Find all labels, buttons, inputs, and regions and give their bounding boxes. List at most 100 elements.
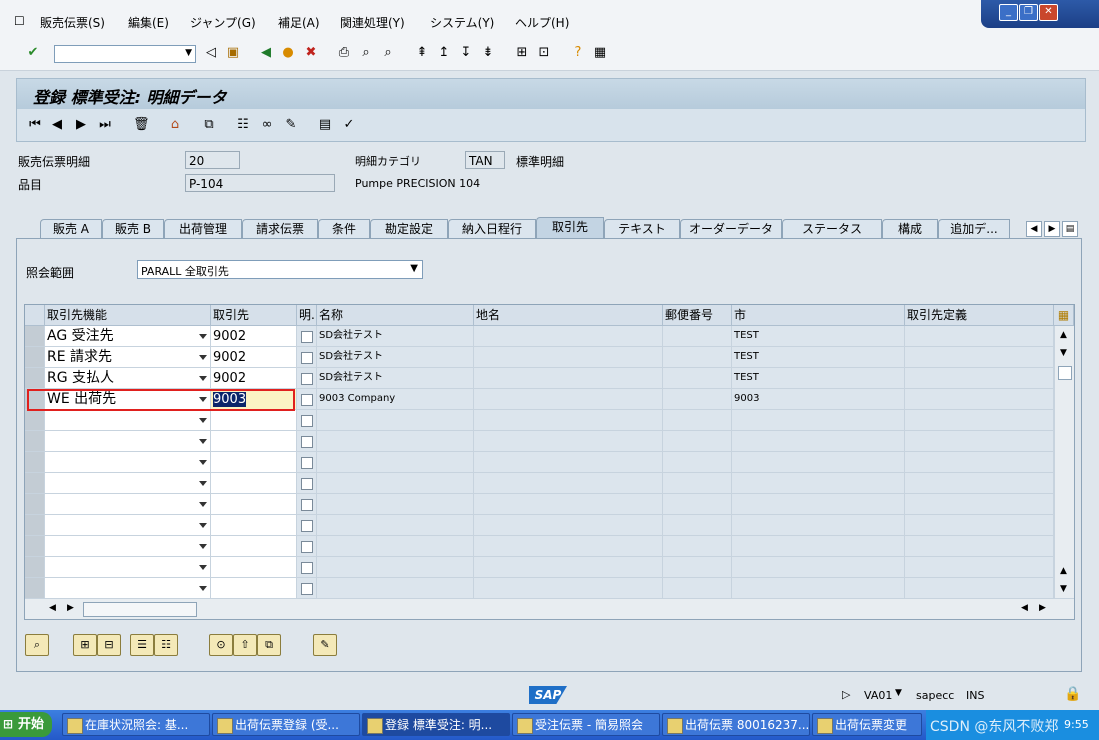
tab-account-assignment[interactable]: 勘定設定 (370, 219, 448, 239)
chevron-down-icon[interactable] (199, 460, 207, 465)
print-icon[interactable]: ⎙ (336, 45, 352, 61)
row-selector[interactable] (25, 326, 45, 347)
menu-edit[interactable]: 編集(E) (128, 14, 169, 31)
row-selector[interactable] (25, 431, 45, 452)
document-flow-icon[interactable]: ⧉ (201, 117, 217, 133)
checkbox-icon[interactable] (301, 352, 313, 364)
column-header[interactable]: 名称 (317, 305, 474, 326)
detail-checkbox[interactable] (297, 473, 317, 494)
scroll-thumb[interactable] (1058, 366, 1072, 380)
menu-related[interactable]: 関連処理(Y) (340, 14, 405, 31)
partner-function-field[interactable]: RE 請求先 (45, 347, 211, 368)
chevron-down-icon[interactable] (199, 439, 207, 444)
detail-checkbox[interactable] (297, 326, 317, 347)
partner-upload-button[interactable]: ⇧ (233, 634, 257, 656)
menu-system[interactable]: システム(Y) (430, 14, 494, 31)
chevron-down-icon[interactable] (199, 481, 207, 486)
partner-number-field[interactable] (211, 494, 297, 515)
column-header[interactable]: 市 (732, 305, 905, 326)
detail-checkbox[interactable] (297, 557, 317, 578)
chevron-down-icon[interactable]: ▼ (410, 263, 418, 274)
select-all-button[interactable]: ☰ (130, 634, 154, 656)
checkbox-icon[interactable] (301, 436, 313, 448)
back-icon[interactable]: ◀ (258, 45, 274, 61)
partner-number-field[interactable] (211, 515, 297, 536)
task-button[interactable]: 出荷伝票登録 (受... (212, 713, 360, 736)
partner-number-field[interactable]: 9002 (211, 326, 297, 347)
scroll-up-icon[interactable]: ▲ (1060, 566, 1067, 576)
enter-icon[interactable]: ✔ (25, 45, 41, 61)
chevron-down-icon[interactable] (199, 355, 207, 360)
task-button-active[interactable]: 登録 標準受注: 明... (362, 713, 510, 736)
checkbox-icon[interactable] (301, 562, 313, 574)
address-button[interactable]: ⊙ (209, 634, 233, 656)
row-selector[interactable] (25, 494, 45, 515)
partner-number-field[interactable] (211, 536, 297, 557)
first-page-icon[interactable]: ⇞ (414, 45, 430, 61)
partner-number-field[interactable] (211, 452, 297, 473)
restore-button[interactable]: ❐ (1019, 4, 1038, 21)
partner-number-field[interactable]: 9002 (211, 347, 297, 368)
check-icon[interactable]: ✓ (341, 117, 357, 133)
detail-checkbox[interactable] (297, 578, 317, 599)
row-selector[interactable] (25, 473, 45, 494)
chevron-down-icon[interactable]: ▼ (185, 48, 192, 58)
column-header[interactable]: 郵便番号 (663, 305, 732, 326)
partner-number-field[interactable]: 9003 (211, 389, 297, 410)
checkbox-icon[interactable] (301, 478, 313, 490)
scroll-down-icon[interactable]: ▼ (1060, 584, 1067, 594)
tab-schedule-lines[interactable]: 納入日程行 (448, 219, 536, 239)
exit-icon[interactable]: ● (280, 45, 296, 61)
find-icon[interactable]: ⌕ (358, 45, 374, 61)
new-session-icon[interactable]: ⊞ (514, 45, 530, 61)
checkbox-icon[interactable] (301, 373, 313, 385)
first-item-icon[interactable]: ⏮ (27, 117, 43, 133)
layout-icon[interactable]: ▦ (592, 45, 608, 61)
menu-jump[interactable]: ジャンプ(G) (190, 14, 256, 31)
partner-number-field[interactable] (211, 473, 297, 494)
scope-dropdown[interactable]: PARALL 全取引先 ▼ (137, 260, 423, 279)
minimize-button[interactable]: _ (999, 4, 1018, 21)
partner-copy-button[interactable]: ⧉ (257, 634, 281, 656)
row-selector-header[interactable] (25, 305, 45, 326)
detail-checkbox[interactable] (297, 347, 317, 368)
scroll-right-icon[interactable]: ▶ (1039, 603, 1046, 613)
close-button[interactable]: ✕ (1039, 4, 1058, 21)
chevron-down-icon[interactable] (199, 418, 207, 423)
checkbox-icon[interactable] (301, 394, 313, 406)
row-selector[interactable] (25, 515, 45, 536)
partner-function-field[interactable] (45, 515, 211, 536)
chevron-down-icon[interactable] (199, 523, 207, 528)
partner-number-field[interactable] (211, 578, 297, 599)
scroll-thumb[interactable] (83, 602, 197, 617)
column-settings-icon[interactable]: ▦ (1054, 305, 1074, 326)
last-item-icon[interactable]: ⏭ (97, 117, 113, 133)
tab-order-data[interactable]: オーダーデータ (680, 219, 782, 239)
scroll-down-icon[interactable]: ▼ (1060, 348, 1067, 358)
edit-icon[interactable]: ✎ (283, 117, 299, 133)
partner-number-field[interactable]: 9002 (211, 368, 297, 389)
scroll-left-icon[interactable]: ◀ (1021, 603, 1028, 613)
partner-function-field[interactable] (45, 452, 211, 473)
material-field[interactable]: P-104 (185, 174, 335, 192)
partner-function-field[interactable] (45, 557, 211, 578)
chevron-down-icon[interactable] (199, 397, 207, 402)
partner-function-field[interactable] (45, 536, 211, 557)
row-selector[interactable] (25, 389, 45, 410)
chevron-down-icon[interactable] (199, 586, 207, 591)
partner-number-field[interactable] (211, 557, 297, 578)
chevron-down-icon[interactable] (199, 565, 207, 570)
tab-status[interactable]: ステータス (782, 219, 882, 239)
checkbox-icon[interactable] (301, 541, 313, 553)
column-header[interactable]: 地名 (474, 305, 663, 326)
menu-icon[interactable]: ☐ (14, 14, 25, 28)
task-button[interactable]: 在庫状況照会: 基... (62, 713, 210, 736)
row-selector[interactable] (25, 536, 45, 557)
partner-function-field[interactable] (45, 578, 211, 599)
checkbox-icon[interactable] (301, 520, 313, 532)
partner-function-field[interactable] (45, 494, 211, 515)
shortcut-icon[interactable]: ⊡ (536, 45, 552, 61)
partner-number-field[interactable] (211, 410, 297, 431)
tab-sales-a[interactable]: 販売 A (40, 219, 102, 239)
delete-icon[interactable]: 🗑 (133, 117, 150, 133)
